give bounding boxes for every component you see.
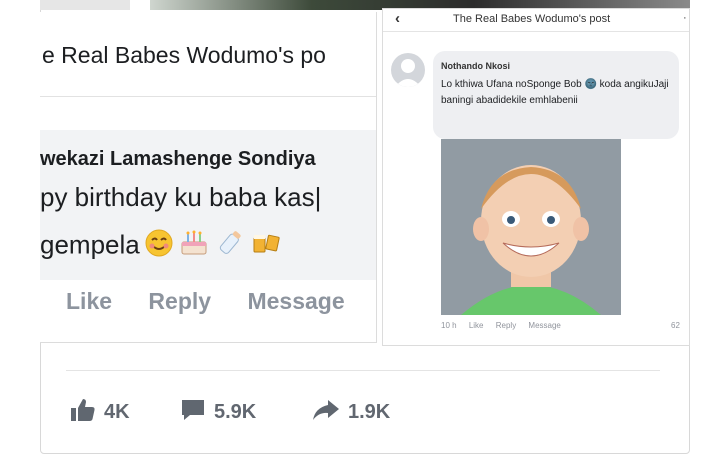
- comment-icon: [180, 398, 206, 427]
- divider: [40, 96, 376, 97]
- shares-count: 1.9K: [348, 400, 391, 423]
- like-link[interactable]: Like: [66, 288, 112, 314]
- beer-mugs-emoji-icon: [250, 228, 282, 265]
- thumbs-up-icon: [70, 398, 96, 427]
- shares-stat[interactable]: 1.9K: [312, 396, 390, 428]
- comment-bubble: Nothando Nkosi Lo kthiwa Ufana noSponge …: [433, 51, 679, 139]
- comment-photo-boy: [441, 139, 621, 315]
- baby-bottle-emoji-icon: [214, 228, 246, 265]
- footer-divider: [66, 370, 660, 371]
- chevron-left-icon[interactable]: ‹: [395, 10, 400, 27]
- screenshot-title: The Real Babes Wodumo's post: [453, 13, 611, 25]
- timestamp: 10 h: [441, 321, 457, 330]
- avatar: [391, 53, 425, 87]
- likes-count: 4K: [104, 400, 130, 423]
- comment-actions: Like Reply Message: [66, 288, 375, 315]
- comments-stat[interactable]: 5.9K: [180, 396, 256, 428]
- comment-text: Lo kthiwa Ufana noSponge Bob 🌚 koda angi…: [441, 79, 669, 106]
- cake-emoji-icon: [178, 228, 210, 265]
- likes-stat[interactable]: 4K: [70, 396, 130, 428]
- reply-link[interactable]: Reply: [148, 288, 211, 314]
- screenshot-header: ‹ The Real Babes Wodumo's post ·: [383, 9, 689, 32]
- share-arrow-icon: [312, 398, 340, 427]
- left-comment-screenshot: e Real Babes Wodumo's po wekazi Lamashen…: [40, 12, 377, 343]
- top-image-crop-left: [40, 0, 130, 10]
- like-link[interactable]: Like: [469, 321, 484, 330]
- comment-line-2: gempela: [40, 228, 282, 265]
- right-comment-screenshot: ‹ The Real Babes Wodumo's post · Nothand…: [382, 8, 690, 346]
- overflow-dot-icon: ·: [683, 12, 687, 24]
- message-link[interactable]: Message: [247, 288, 344, 314]
- comment-line-1: py birthday ku baba kas|: [40, 182, 322, 212]
- post-title: e Real Babes Wodumo's po: [42, 42, 326, 68]
- smile-emoji-icon: [144, 228, 174, 265]
- commenter-name: wekazi Lamashenge Sondiya: [40, 148, 316, 170]
- message-link[interactable]: Message: [528, 321, 560, 330]
- comment-line-2-text: gempela: [40, 229, 140, 260]
- reply-link[interactable]: Reply: [496, 321, 516, 330]
- reaction-count: 62: [671, 321, 680, 330]
- commenter-name: Nothando Nkosi: [441, 61, 510, 71]
- comments-count: 5.9K: [214, 400, 257, 423]
- comment-meta: 10 h Like Reply Message: [441, 321, 571, 330]
